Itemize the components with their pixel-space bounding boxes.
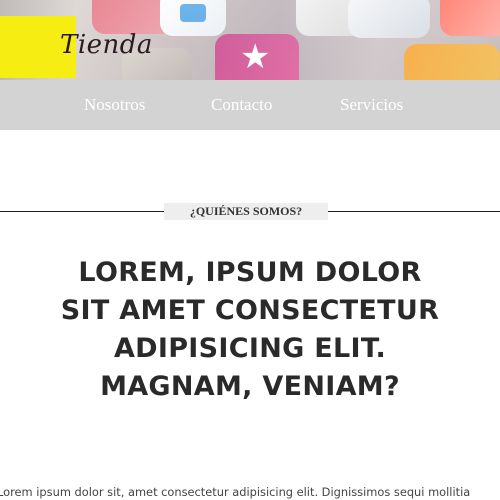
main-navbar: Nosotros Contacto Servicios [0,80,500,130]
nav-link-contacto[interactable]: Contacto [211,95,272,115]
nav-link-servicios[interactable]: Servicios [340,95,403,115]
section-heading: LOREM, IPSUM DOLOR SIT AMET CONSECTETUR … [60,257,440,402]
hero-banner: ★ Tienda [0,0,500,80]
nav-link-nosotros[interactable]: Nosotros [84,95,145,115]
logo[interactable]: Tienda [60,30,153,60]
section-body-text: Lorem ipsum dolor sit, amet consectetur … [0,485,471,499]
section-label: ¿QUIÉNES SOMOS? [164,203,328,220]
